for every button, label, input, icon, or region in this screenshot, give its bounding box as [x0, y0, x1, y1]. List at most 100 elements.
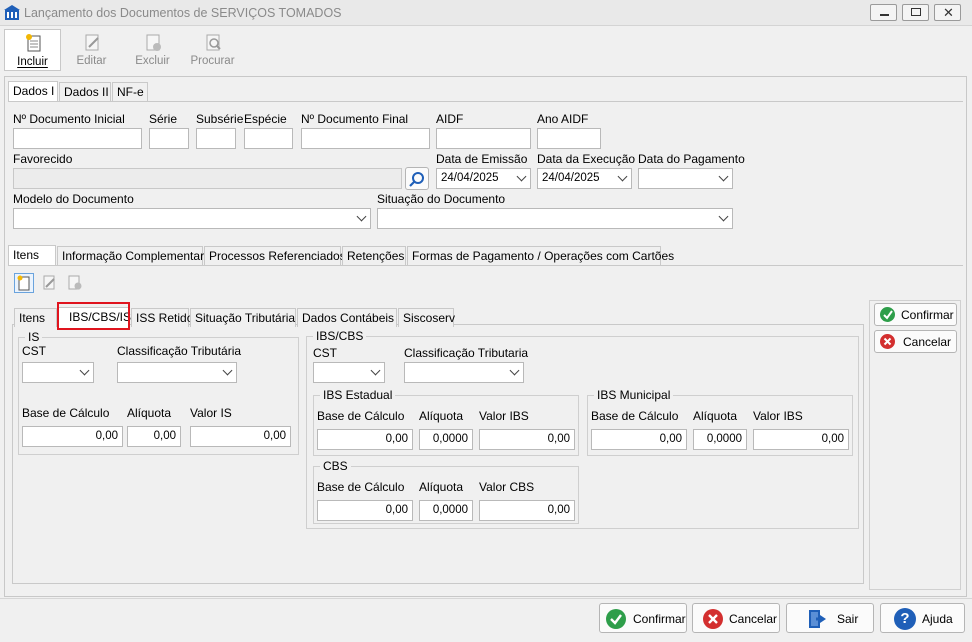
tab-dados-i[interactable]: Dados I [8, 81, 58, 102]
cbs-title: CBS [320, 459, 351, 473]
doc-final-input[interactable] [301, 128, 430, 149]
maximize-icon [911, 8, 921, 16]
check-icon [880, 307, 895, 322]
cbs-valor-input[interactable]: 0,00 [479, 500, 575, 521]
close-window-button[interactable]: ✕ [934, 4, 961, 21]
tab-retencoes[interactable]: Retenções [342, 246, 406, 265]
delete-item-button[interactable] [65, 273, 85, 293]
tab-itens[interactable]: Itens [8, 245, 56, 266]
ano-aidf-input[interactable] [537, 128, 601, 149]
tab-processos-referenciados[interactable]: Processos Referenciados [204, 246, 346, 265]
tab-iss-retido[interactable]: ISS Retido [131, 308, 193, 327]
tab-informacao-complementar[interactable]: Informação Complementar [57, 246, 204, 265]
is-class-select[interactable] [117, 362, 237, 383]
tab-dados-ii[interactable]: Dados II [59, 82, 111, 101]
help-icon: ? [894, 608, 916, 630]
subserie-label: Subsérie [196, 112, 244, 126]
data-pagamento-picker[interactable] [638, 168, 733, 189]
chevron-down-icon [718, 171, 729, 182]
ajuda-button[interactable]: ? Ajuda [880, 603, 965, 633]
is-cst-label: CST [22, 344, 46, 358]
tab-inner-itens[interactable]: Itens [14, 308, 57, 327]
ibs-est-valor-input[interactable]: 0,00 [479, 429, 575, 450]
chevron-down-icon [370, 365, 381, 376]
modelo-select[interactable] [13, 208, 371, 229]
tab-dados-contabeis[interactable]: Dados Contábeis [297, 308, 397, 327]
sair-button[interactable]: Sair [786, 603, 874, 633]
subserie-input[interactable] [196, 128, 236, 149]
ibs-est-aliq-input[interactable]: 0,0000 [419, 429, 473, 450]
modelo-label: Modelo do Documento [13, 192, 134, 206]
maximize-button[interactable] [902, 4, 929, 21]
is-valor-input[interactable]: 0,00 [190, 426, 291, 447]
tab-nfe[interactable]: NF-e [112, 82, 148, 101]
is-base-input[interactable]: 0,00 [22, 426, 123, 447]
tab-siscoserv[interactable]: Siscoserv [398, 308, 456, 327]
edit-document-icon [85, 34, 99, 51]
ibs-estadual-title: IBS Estadual [320, 388, 396, 402]
title-bar: Lançamento dos Documentos de SERVIÇOS TO… [0, 0, 972, 26]
cbs-base-label: Base de Cálculo [317, 480, 405, 494]
data-emissao-picker[interactable]: 24/04/2025 [436, 168, 531, 189]
data-execucao-picker[interactable]: 24/04/2025 [537, 168, 632, 189]
data-emissao-value: 24/04/2025 [441, 172, 499, 184]
especie-input[interactable] [244, 128, 293, 149]
minimize-button[interactable] [870, 4, 897, 21]
active-tab-highlight [57, 302, 130, 330]
side-confirmar-button[interactable]: Confirmar [874, 303, 957, 326]
chevron-down-icon [617, 171, 628, 182]
tab-label: Dados I [13, 84, 55, 98]
add-item-button[interactable] [14, 273, 34, 293]
editar-button[interactable]: Editar [63, 29, 120, 71]
ibs-mun-base-input[interactable]: 0,00 [591, 429, 687, 450]
chevron-down-icon [509, 365, 520, 376]
ibscbs-class-label: Classificação Tributaria [404, 346, 529, 360]
close-icon: ✕ [943, 5, 954, 20]
ibs-est-base-input[interactable]: 0,00 [317, 429, 413, 450]
cbs-aliq-input[interactable]: 0,0000 [419, 500, 473, 521]
ibscbs-cst-label: CST [313, 346, 337, 360]
tab-situacao-tributaria[interactable]: Situação Tributária [190, 308, 296, 327]
incluir-button[interactable]: Incluir [4, 29, 61, 71]
excluir-button[interactable]: Excluir [124, 29, 181, 71]
serie-input[interactable] [149, 128, 189, 149]
procurar-button[interactable]: Procurar [184, 29, 241, 71]
ibscbs-class-select[interactable] [404, 362, 524, 383]
ibscbs-cst-select[interactable] [313, 362, 385, 383]
favorecido-search-button[interactable] [405, 167, 429, 190]
aidf-input[interactable] [436, 128, 531, 149]
cancelar-button[interactable]: Cancelar [692, 603, 780, 633]
edit-item-button[interactable] [40, 273, 60, 293]
ibs-mun-aliq-input[interactable]: 0,0000 [693, 429, 747, 450]
favorecido-input[interactable] [13, 168, 402, 189]
chevron-down-icon [222, 365, 233, 376]
new-document-icon [17, 275, 30, 291]
especie-label: Espécie [244, 112, 287, 126]
data-execucao-value: 24/04/2025 [542, 172, 600, 184]
window-title: Lançamento dos Documentos de SERVIÇOS TO… [24, 6, 342, 20]
tab-label: Dados II [64, 85, 109, 99]
cbs-valor-label: Valor CBS [479, 480, 535, 494]
doc-inicial-input[interactable] [13, 128, 142, 149]
cancel-icon [880, 334, 895, 349]
ibs-est-valor-label: Valor IBS [479, 409, 529, 423]
is-aliq-input[interactable]: 0,00 [127, 426, 181, 447]
situacao-select[interactable] [377, 208, 733, 229]
confirmar-button[interactable]: Confirmar [599, 603, 687, 633]
is-base-label: Base de Cálculo [22, 406, 110, 420]
is-class-label: Classificação Tributária [117, 344, 242, 358]
is-aliq-label: Alíquota [127, 406, 172, 420]
ajuda-label: Ajuda [922, 612, 953, 626]
is-cst-select[interactable] [22, 362, 94, 383]
ibs-est-aliq-label: Alíquota [419, 409, 464, 423]
ibs-mun-valor-input[interactable]: 0,00 [753, 429, 849, 450]
ano-aidf-label: Ano AIDF [537, 112, 589, 126]
cancel-icon [703, 609, 723, 629]
chevron-down-icon [516, 171, 527, 182]
cbs-base-input[interactable]: 0,00 [317, 500, 413, 521]
sair-label: Sair [837, 612, 859, 626]
doc-inicial-label: Nº Documento Inicial [13, 112, 125, 126]
tab-label: Siscoserv [403, 311, 456, 325]
tab-formas-pagamento[interactable]: Formas de Pagamento / Operações com Cart… [407, 246, 674, 265]
side-cancelar-button[interactable]: Cancelar [874, 330, 957, 353]
